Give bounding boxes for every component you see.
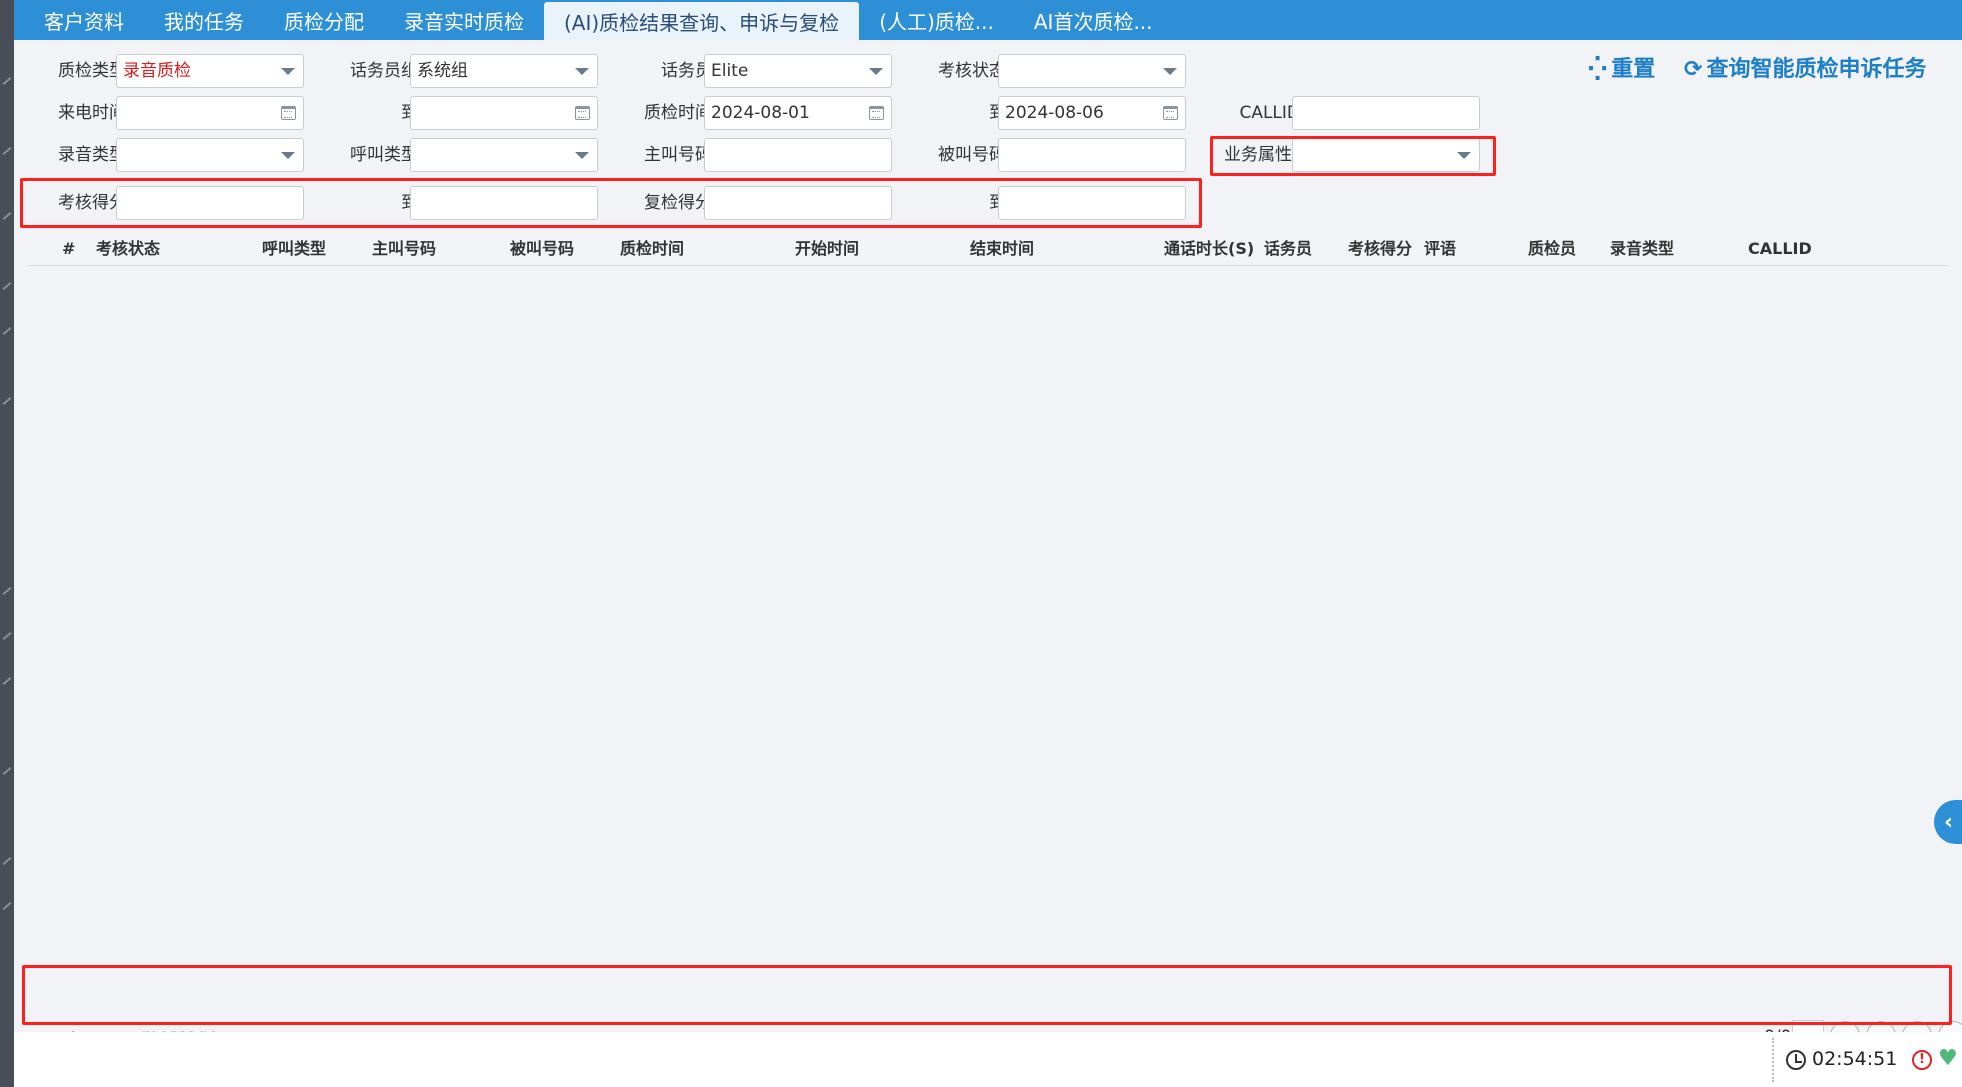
record-type-label: 录音类型 (58, 145, 126, 165)
query-appeal-label: 查询智能质检申诉任务 (1706, 57, 1927, 82)
chevron-down-icon (281, 68, 295, 75)
agent-label: 话务员 (661, 61, 712, 81)
call-time-to-input[interactable] (410, 96, 598, 130)
refresh-icon: ⟳ (1684, 57, 1703, 82)
reset-button[interactable]: ⁛ 重置 (1588, 54, 1655, 86)
col-duration[interactable]: 通话时长(S) (1164, 232, 1254, 266)
callee-number-input[interactable] (998, 138, 1186, 172)
col-index[interactable]: # (62, 232, 75, 266)
chevron-down-icon (281, 152, 295, 159)
tab-realtime-qc[interactable]: 录音实时质检 (384, 0, 544, 40)
chevron-down-icon (1457, 152, 1471, 159)
agent-value: Elite (711, 61, 749, 81)
agent-group-value: 系统组 (417, 61, 468, 81)
alert-icon[interactable]: ! (1912, 1050, 1932, 1070)
clock-icon (1786, 1050, 1806, 1070)
calendar-icon[interactable] (575, 106, 590, 120)
call-type-label: 呼叫类型 (350, 145, 418, 165)
reset-label: 重置 (1611, 57, 1656, 82)
callid-input[interactable] (1292, 96, 1480, 130)
query-appeal-button[interactable]: ⟳ 查询智能质检申诉任务 (1684, 54, 1926, 86)
tab-customer-info[interactable]: 客户资料 (24, 0, 144, 40)
status-bar: 02:54:51 ! ♥ (14, 1032, 1962, 1087)
tab-manual-qc[interactable]: (人工)质检... (859, 0, 1014, 40)
col-caller-number[interactable]: 主叫号码 (372, 232, 436, 266)
content-panel: 质检类型 录音质检 话务员组 系统组 话务员 Elite 考核状态 来电时间 到 (14, 40, 1962, 1066)
review-status-label: 考核状态 (938, 61, 1006, 81)
call-time-label: 来电时间 (58, 103, 126, 123)
left-strip (0, 0, 14, 1087)
qc-time-to-value: 2024-08-06 (1005, 103, 1104, 123)
agent-group-label: 话务员组 (350, 61, 418, 81)
score-to-input[interactable] (410, 186, 598, 220)
score-input[interactable] (116, 186, 304, 220)
calendar-icon[interactable] (869, 106, 884, 120)
qc-type-label: 质检类型 (58, 61, 126, 81)
call-type-select[interactable] (410, 138, 598, 172)
recheck-score-input[interactable] (704, 186, 892, 220)
col-inspector[interactable]: 质检员 (1528, 232, 1576, 266)
chevron-down-icon (575, 152, 589, 159)
chevron-down-icon (1163, 68, 1177, 75)
col-callid[interactable]: CALLID (1748, 232, 1812, 266)
qc-time-value: 2024-08-01 (711, 103, 810, 123)
call-time-input[interactable] (116, 96, 304, 130)
business-attr-select[interactable] (1292, 138, 1480, 172)
col-qc-time[interactable]: 质检时间 (620, 232, 684, 266)
callid-label: CALLID (1239, 103, 1300, 123)
caller-number-label: 主叫号码 (644, 145, 712, 165)
agent-group-select[interactable]: 系统组 (410, 54, 598, 88)
calendar-icon[interactable] (1163, 106, 1178, 120)
review-status-select[interactable] (998, 54, 1186, 88)
qc-type-select[interactable]: 录音质检 (116, 54, 304, 88)
col-call-type[interactable]: 呼叫类型 (262, 232, 326, 266)
col-agent[interactable]: 话务员 (1264, 232, 1312, 266)
recheck-score-to-input[interactable] (998, 186, 1186, 220)
form-row-3: 录音类型 呼叫类型 主叫号码 被叫号码 业务属性 (14, 136, 1514, 174)
chevron-down-icon (575, 68, 589, 75)
grid-body (28, 267, 1948, 1002)
col-score[interactable]: 考核得分 (1348, 232, 1412, 266)
heart-icon[interactable]: ♥ (1938, 1046, 1958, 1071)
clock-time: 02:54:51 (1812, 1048, 1898, 1070)
grid-header: # 考核状态 呼叫类型 主叫号码 被叫号码 质检时间 开始时间 结束时间 通话时… (28, 232, 1948, 266)
tab-ai-qc-results[interactable]: (AI)质检结果查询、申诉与复检 (544, 2, 860, 40)
tab-qc-assign[interactable]: 质检分配 (264, 0, 384, 40)
calendar-icon[interactable] (281, 106, 296, 120)
status-divider (1772, 1038, 1774, 1082)
col-comment[interactable]: 评语 (1424, 232, 1456, 266)
tab-ai-first-qc[interactable]: AI首次质检... (1014, 0, 1173, 40)
score-label: 考核得分 (58, 193, 126, 213)
business-attr-label: 业务属性 (1224, 145, 1292, 165)
recheck-score-label: 复检得分 (644, 193, 712, 213)
callee-number-label: 被叫号码 (938, 145, 1006, 165)
spinner-icon: ⁛ (1588, 57, 1608, 82)
col-start-time[interactable]: 开始时间 (795, 232, 859, 266)
col-record-type[interactable]: 录音类型 (1610, 232, 1674, 266)
agent-select[interactable]: Elite (704, 54, 892, 88)
col-callee-number[interactable]: 被叫号码 (510, 232, 574, 266)
tab-bar: 客户资料 我的任务 质检分配 录音实时质检 (AI)质检结果查询、申诉与复检 (… (14, 0, 1962, 40)
qc-type-value: 录音质检 (123, 61, 191, 81)
qc-time-to-input[interactable]: 2024-08-06 (998, 96, 1186, 130)
tab-my-tasks[interactable]: 我的任务 (144, 0, 264, 40)
col-review-status[interactable]: 考核状态 (96, 232, 160, 266)
form-row-2: 来电时间 到 质检时间 2024-08-01 到 2024-08-06 CALL… (14, 94, 1514, 132)
col-end-time[interactable]: 结束时间 (970, 232, 1034, 266)
form-row-4: 考核得分 到 复检得分 到 (14, 184, 1514, 222)
qc-time-input[interactable]: 2024-08-01 (704, 96, 892, 130)
form-row-1: 质检类型 录音质检 话务员组 系统组 话务员 Elite 考核状态 (14, 52, 1514, 90)
caller-number-input[interactable] (704, 138, 892, 172)
qc-time-label: 质检时间 (644, 103, 712, 123)
chevron-down-icon (869, 68, 883, 75)
record-type-select[interactable] (116, 138, 304, 172)
